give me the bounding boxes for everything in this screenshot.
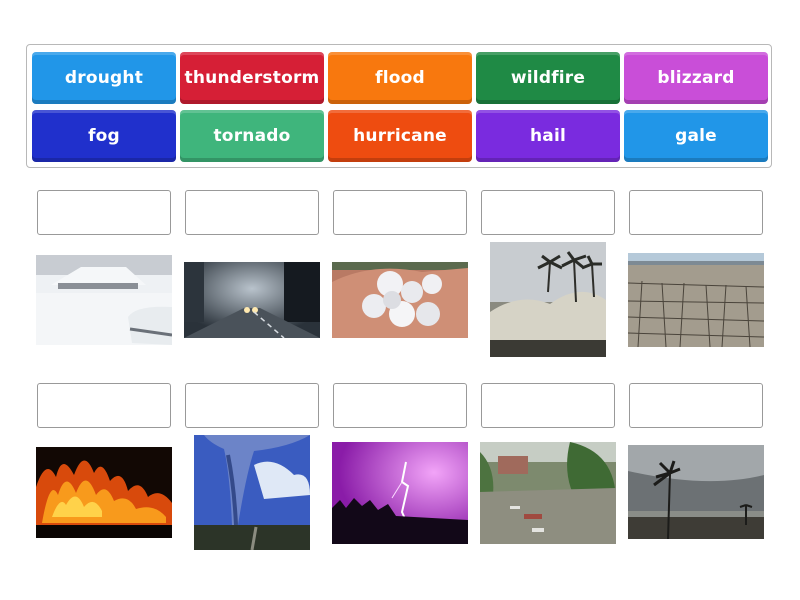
tile-fog[interactable]: fog — [32, 110, 176, 162]
tornado-funnel-image — [194, 435, 310, 550]
tile-hurricane[interactable]: hurricane — [328, 110, 472, 162]
tile-thunderstorm[interactable]: thunderstorm — [180, 52, 324, 104]
drop-zone-6[interactable] — [37, 383, 171, 428]
tile-drought[interactable]: drought — [32, 52, 176, 104]
tile-gale[interactable]: gale — [624, 110, 768, 162]
tile-hail[interactable]: hail — [476, 110, 620, 162]
tile-wildfire[interactable]: wildfire — [476, 52, 620, 104]
drought-cracked-earth-image — [628, 253, 764, 347]
tile-blizzard[interactable]: blizzard — [624, 52, 768, 104]
drop-zone-10[interactable] — [629, 383, 763, 428]
drop-zone-9[interactable] — [481, 383, 615, 428]
gale-palm-storm-image — [628, 445, 764, 539]
blizzard-snow-image — [36, 255, 172, 345]
hailstones-hand-image — [332, 262, 468, 338]
drop-zone-5[interactable] — [629, 190, 763, 235]
drop-zone-4[interactable] — [481, 190, 615, 235]
drop-zone-8[interactable] — [333, 383, 467, 428]
drop-zone-3[interactable] — [333, 190, 467, 235]
thunderstorm-lightning-image — [332, 442, 468, 544]
fog-road-image — [184, 262, 320, 338]
drop-zone-2[interactable] — [185, 190, 319, 235]
tile-tornado[interactable]: tornado — [180, 110, 324, 162]
wildfire-flames-image — [36, 447, 172, 538]
drop-zone-7[interactable] — [185, 383, 319, 428]
tile-flood[interactable]: flood — [328, 52, 472, 104]
flood-street-image — [480, 442, 616, 544]
hurricane-waves-palms-image — [490, 242, 606, 357]
drop-zone-1[interactable] — [37, 190, 171, 235]
